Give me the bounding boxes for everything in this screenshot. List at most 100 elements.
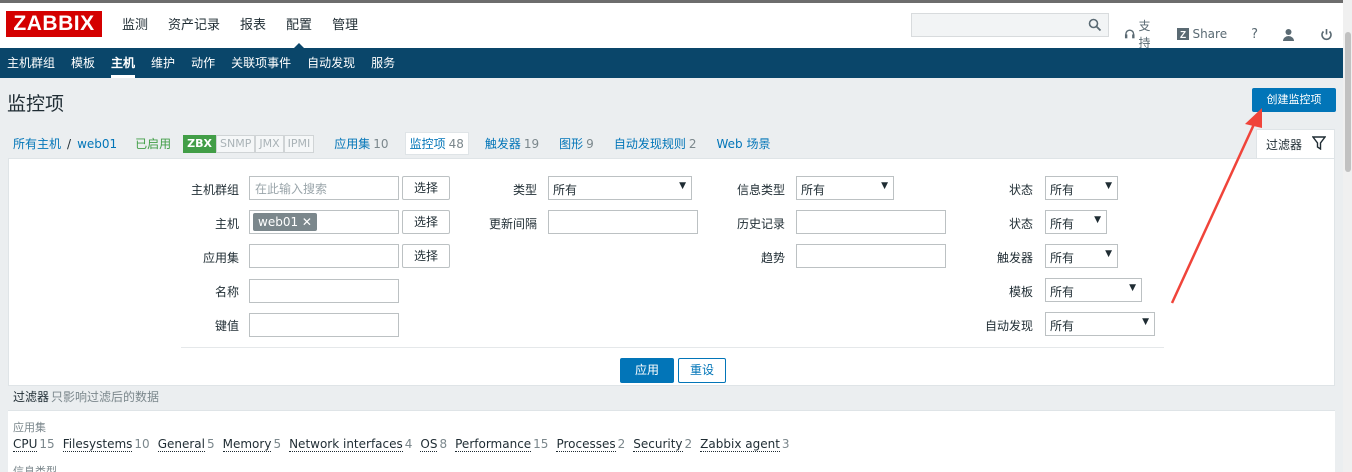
nav-discovery-rules-count: 2	[688, 137, 697, 151]
subfilter-app[interactable]: CPU 15	[13, 437, 55, 452]
host-group-input[interactable]: 在此输入搜索	[249, 176, 399, 200]
sub-menu: 主机群组 模板 主机 维护 动作 关联项事件 自动发现 服务	[0, 48, 1352, 78]
triggers-label: 触发器	[996, 251, 1033, 265]
dropdown-arrow-icon: ▼	[1142, 317, 1149, 327]
tag-zbx: ZBX	[183, 134, 217, 153]
search-icon[interactable]	[1088, 18, 1102, 32]
status-select-value: 所有	[1050, 217, 1075, 231]
nav-triggers[interactable]: 触发器 19	[481, 133, 543, 154]
create-item-button[interactable]: 创建监控项	[1252, 88, 1336, 112]
topmenu-inventory[interactable]: 资产记录	[158, 3, 230, 48]
nav-items-label[interactable]: 监控项	[410, 137, 446, 151]
interval-input[interactable]	[548, 210, 698, 234]
submenu-templates[interactable]: 模板	[63, 48, 103, 78]
status-select[interactable]: 所有 ▼	[1045, 210, 1107, 234]
help-link[interactable]: ?	[1251, 27, 1258, 42]
host-status-enabled[interactable]: 已启用	[135, 135, 171, 152]
nav-graphs[interactable]: 图形 9	[555, 133, 598, 154]
tag-ipmi: IPMI	[283, 134, 315, 153]
history-label: 历史记录	[736, 217, 785, 231]
topmenu-reports[interactable]: 报表	[230, 3, 276, 48]
subfilter-app[interactable]: Security 2	[633, 437, 692, 452]
subfilter-app[interactable]: Processes 2	[556, 437, 625, 452]
support-link[interactable]: 支持	[1124, 17, 1161, 51]
subfilter-app-name[interactable]: General	[157, 437, 205, 452]
reset-button[interactable]: 重设	[678, 358, 726, 383]
nav-items[interactable]: 监控项 48	[404, 132, 469, 155]
breadcrumb-host[interactable]: web01	[77, 137, 117, 151]
submenu-event-correlation[interactable]: 关联项事件	[223, 48, 299, 78]
submenu-hosts[interactable]: 主机	[103, 48, 143, 78]
zabbix-logo[interactable]: ZABBIX	[6, 11, 102, 37]
state-select[interactable]: 所有 ▼	[1045, 176, 1118, 200]
nav-web-scenarios[interactable]: Web 场景	[712, 133, 774, 154]
host-group-select-button[interactable]: 选择	[402, 176, 450, 200]
subfilter-app[interactable]: OS 8	[420, 437, 448, 452]
profile-link[interactable]	[1282, 28, 1298, 41]
subfilter-app[interactable]: Filesystems 10	[62, 437, 150, 452]
submenu-discovery[interactable]: 自动发现	[299, 48, 363, 78]
subfilter-app-name[interactable]: Performance	[455, 437, 532, 452]
apply-button[interactable]: 应用	[620, 358, 674, 383]
triggers-select-value: 所有	[1050, 251, 1075, 265]
global-search-input[interactable]	[911, 13, 1109, 37]
nav-discovery-rules[interactable]: 自动发现规则 2	[610, 133, 701, 154]
subfilter-app[interactable]: General 5	[157, 437, 215, 452]
topmenu-administration[interactable]: 管理	[322, 3, 368, 48]
filter-tab[interactable]: 过滤器	[1256, 129, 1335, 159]
application-select-button[interactable]: 选择	[402, 244, 450, 268]
submenu-services[interactable]: 服务	[363, 48, 403, 78]
trends-input[interactable]	[796, 244, 946, 268]
host-input[interactable]: web01 ✕	[249, 210, 399, 234]
nav-discovery-rules-label[interactable]: 自动发现规则	[614, 137, 686, 151]
name-input[interactable]	[249, 279, 399, 303]
subfilter-app[interactable]: Performance 15	[455, 437, 548, 452]
nav-applications[interactable]: 应用集 10	[330, 133, 392, 154]
key-input[interactable]	[249, 313, 399, 337]
nav-graphs-label[interactable]: 图形	[559, 137, 583, 151]
nav-applications-label[interactable]: 应用集	[334, 137, 370, 151]
subfilter-app-name[interactable]: Filesystems	[62, 437, 133, 452]
share-link[interactable]: Z Share	[1177, 27, 1227, 41]
subfilter-app[interactable]: Memory 5	[222, 437, 281, 452]
filter-divider	[181, 347, 1164, 348]
help-icon: ?	[1251, 26, 1258, 42]
remove-icon[interactable]: ✕	[302, 215, 312, 229]
signout-link[interactable]	[1320, 28, 1336, 41]
dropdown-arrow-icon: ▼	[1129, 283, 1136, 293]
subfilter-app-name[interactable]: Processes	[556, 437, 616, 452]
submenu-maintenance[interactable]: 维护	[143, 48, 183, 78]
nav-web-scenarios-label[interactable]: Web 场景	[716, 137, 770, 151]
triggers-select[interactable]: 所有 ▼	[1045, 244, 1118, 268]
subfilter-app-name[interactable]: Memory	[222, 437, 272, 452]
subfilter-app-name[interactable]: CPU	[13, 437, 38, 452]
discovery-label: 自动发现	[984, 319, 1033, 333]
type-select[interactable]: 所有 ▼	[548, 176, 692, 200]
topmenu-configuration[interactable]: 配置	[276, 3, 322, 49]
subfilter-app-name[interactable]: OS	[420, 437, 438, 452]
subfilter-description: 只影响过滤后的数据	[51, 390, 160, 404]
template-select[interactable]: 所有 ▼	[1045, 278, 1142, 302]
application-input[interactable]	[249, 244, 399, 268]
subfilter-app-name[interactable]: Security	[633, 437, 683, 452]
info-type-select[interactable]: 所有 ▼	[796, 176, 894, 200]
topmenu-monitoring[interactable]: 监测	[112, 3, 158, 48]
subfilter-app-name[interactable]: Network interfaces	[289, 437, 403, 452]
tag-snmp: SNMP	[216, 134, 256, 153]
submenu-actions[interactable]: 动作	[183, 48, 223, 78]
subfilter-app-count: 8	[439, 437, 448, 451]
subfilter-app[interactable]: Network interfaces 4	[289, 437, 413, 452]
subfilter-app-count: 4	[404, 437, 413, 451]
template-select-value: 所有	[1050, 285, 1075, 299]
submenu-host-groups[interactable]: 主机群组	[0, 48, 63, 78]
breadcrumb-all-hosts[interactable]: 所有主机	[13, 135, 61, 152]
subfilter-app[interactable]: Zabbix agent 3	[700, 437, 790, 452]
host-select-button[interactable]: 选择	[402, 210, 450, 234]
history-input[interactable]	[796, 210, 946, 234]
discovery-select[interactable]: 所有 ▼	[1045, 312, 1155, 336]
page-scrollbar[interactable]	[1343, 0, 1352, 472]
nav-triggers-label[interactable]: 触发器	[485, 137, 521, 151]
subfilter-apps-list: CPU 15 Filesystems 10 General 5 Memory 5 Net…	[13, 437, 798, 452]
subfilter-app-name[interactable]: Zabbix agent	[700, 437, 780, 452]
scrollbar-thumb[interactable]	[1345, 32, 1351, 172]
